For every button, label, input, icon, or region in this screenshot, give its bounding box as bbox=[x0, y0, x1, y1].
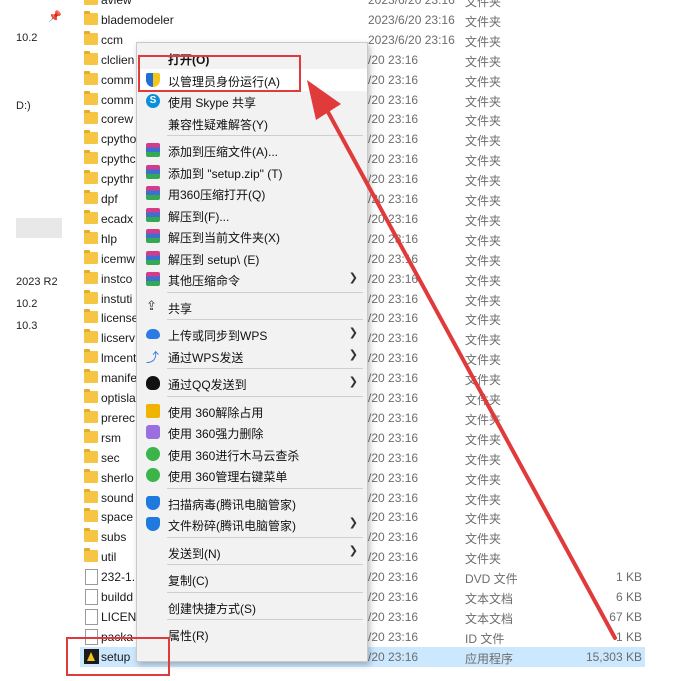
annotation-arrow bbox=[307, 80, 617, 640]
